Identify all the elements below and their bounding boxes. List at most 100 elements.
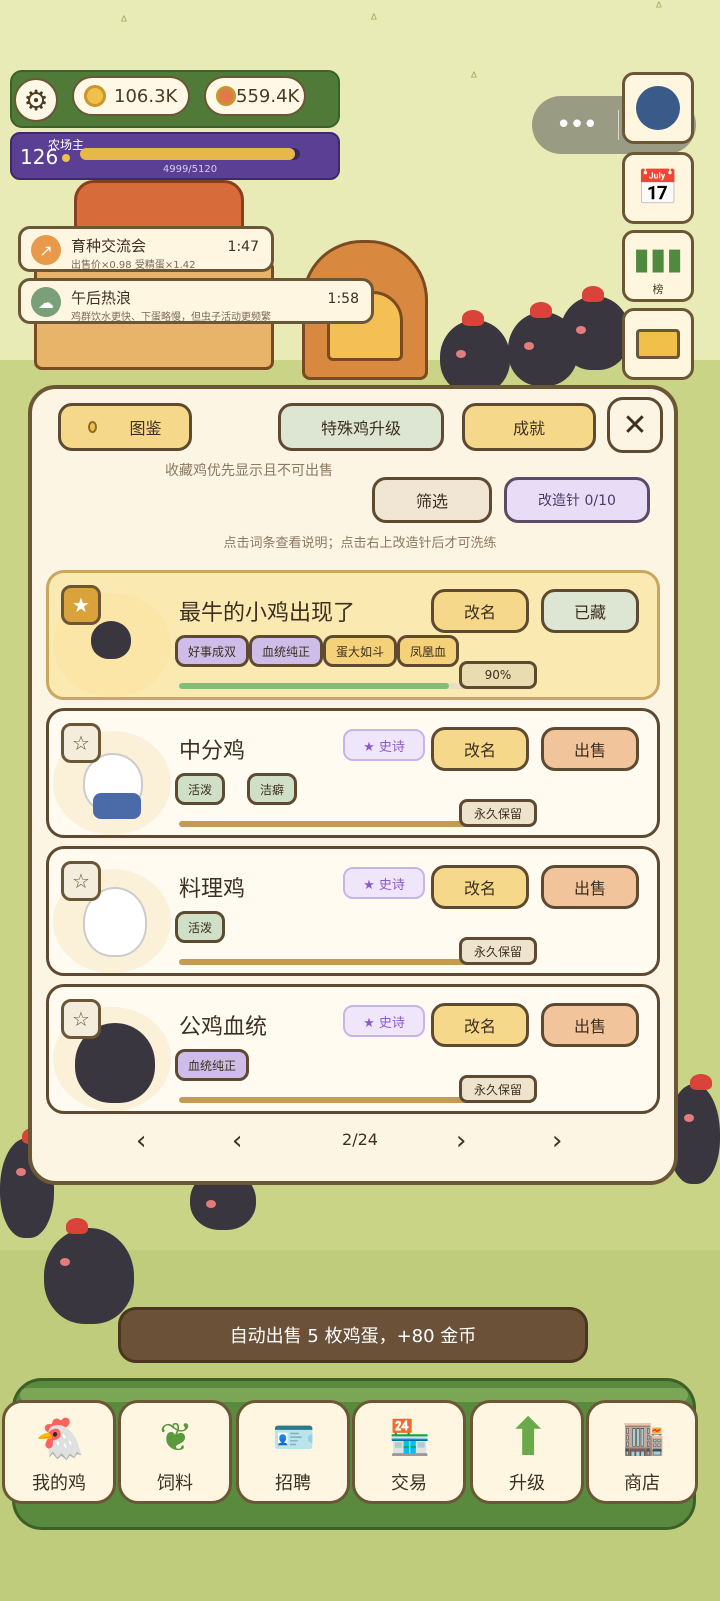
- trait-tag[interactable]: 活泼: [175, 911, 226, 943]
- badge-icon: 🪪: [272, 1418, 316, 1458]
- settings-gear-icon[interactable]: ⚙: [14, 78, 58, 122]
- close-icon: ✕: [622, 407, 648, 443]
- chicken-name: 最牛的小鸡出现了: [179, 601, 356, 626]
- event-desc: 鸡群饮水更快、下蛋略慢，但虫子活动更频繁: [71, 312, 271, 323]
- reform-needle-button[interactable]: 改造针 0/10: [504, 477, 650, 523]
- first-page-button[interactable]: ‹: [136, 1126, 146, 1156]
- leaderboard-button[interactable]: ▮▮▮ 榜: [622, 230, 694, 302]
- sell-label: 出售: [573, 1017, 606, 1036]
- avatar-icon: [636, 86, 680, 130]
- leaderboard-label: 榜: [652, 283, 664, 296]
- favorite-star-button[interactable]: ☆: [61, 861, 101, 901]
- nav-shop[interactable]: 🏬 商店: [586, 1400, 698, 1504]
- nav-label: 交易: [391, 1473, 427, 1494]
- favorite-star-button[interactable]: ★: [61, 585, 101, 625]
- trait-label: 好事成双: [188, 644, 237, 659]
- chicken-icon: 🐔: [35, 1415, 85, 1462]
- growth-bar: [179, 1097, 479, 1103]
- trait-tag[interactable]: 洁癖: [247, 773, 298, 805]
- next-page-button[interactable]: ›: [456, 1126, 466, 1156]
- trait-tag[interactable]: 蛋大如斗: [323, 635, 398, 667]
- rename-button[interactable]: 改名: [431, 1003, 529, 1047]
- sell-button[interactable]: 出售: [541, 1003, 639, 1047]
- trait-label: 血统纯正: [188, 1058, 237, 1073]
- grass-decor: ᐞ: [120, 14, 128, 30]
- keep-forever-badge[interactable]: 永久保留: [459, 799, 537, 827]
- trait-tag[interactable]: 血统纯正: [249, 635, 324, 667]
- black-chicken[interactable]: [440, 310, 510, 394]
- chicken-card[interactable]: ★ 最牛的小鸡出现了 改名 已藏 好事成双 血统纯正 蛋大如斗 凤凰血 90%: [46, 570, 660, 700]
- chicken-card[interactable]: ☆ 料理鸡 ★ 史诗 改名 出售 活泼 永久保留: [46, 846, 660, 976]
- prev-page-button[interactable]: ‹: [232, 1126, 242, 1156]
- click-hint: 点击词条查看说明；点击右上改造针后才可洗练: [223, 536, 497, 551]
- tab-achieve-label: 成就: [512, 419, 545, 438]
- collected-button[interactable]: 已藏: [541, 589, 639, 633]
- black-chicken[interactable]: [44, 1218, 134, 1324]
- avatar-button[interactable]: [622, 72, 694, 144]
- rarity-badge: ★ 史诗: [343, 729, 425, 761]
- favorite-star-button[interactable]: ☆: [61, 999, 101, 1039]
- event-timer: 1:47: [227, 239, 259, 255]
- black-chicken[interactable]: [560, 286, 630, 370]
- filter-label: 筛选: [415, 492, 448, 511]
- tab-guide[interactable]: 图鉴: [58, 403, 192, 451]
- chicken-card[interactable]: ☆ 公鸡血统 ★ 史诗 改名 出售 血统纯正 永久保留: [46, 984, 660, 1114]
- envelope-icon: [636, 329, 680, 359]
- mail-button[interactable]: [622, 308, 694, 380]
- filter-button[interactable]: 筛选: [372, 477, 492, 523]
- trait-tag[interactable]: 凤凰血: [397, 635, 460, 667]
- event-desc: 出售价×0.98 受精蛋×1.42: [71, 260, 196, 271]
- needle-label: 改造针 0/10: [538, 493, 616, 509]
- trait-tag[interactable]: 活泼: [175, 773, 226, 805]
- cloud-icon: ☁: [31, 287, 61, 317]
- tab-special-label: 特殊鸡升级: [320, 419, 401, 438]
- event-banner-breeding[interactable]: ↗ 育种交流会 出售价×0.98 受精蛋×1.42 1:47: [18, 226, 274, 272]
- close-panel-button[interactable]: ✕: [607, 397, 663, 453]
- nav-feed[interactable]: ❦ 饲料: [118, 1400, 232, 1504]
- star-outline-icon: ☆: [72, 731, 90, 755]
- tab-special-upgrade[interactable]: 特殊鸡升级: [278, 403, 444, 451]
- sell-button[interactable]: 出售: [541, 865, 639, 909]
- rename-button[interactable]: 改名: [431, 865, 529, 909]
- page-indicator: 2/24: [342, 1130, 378, 1149]
- trend-up-icon: ↗: [31, 235, 61, 265]
- nav-trade[interactable]: 🏪 交易: [352, 1400, 466, 1504]
- growth-bar: [179, 959, 479, 965]
- nav-upgrade[interactable]: ⬆ 升级: [470, 1400, 584, 1504]
- black-chick-image: [91, 621, 131, 659]
- sell-button[interactable]: 出售: [541, 727, 639, 771]
- coin-icon: [84, 85, 106, 107]
- favorite-star-button[interactable]: ☆: [61, 723, 101, 763]
- rename-button[interactable]: 改名: [431, 727, 529, 771]
- nav-recruit[interactable]: 🪪 招聘: [236, 1400, 350, 1504]
- trait-tag[interactable]: 血统纯正: [175, 1049, 250, 1081]
- rename-label: 改名: [463, 879, 496, 898]
- trait-tag[interactable]: 好事成双: [175, 635, 250, 667]
- leaf-icon: ❦: [159, 1415, 193, 1461]
- calendar-checkin-button[interactable]: 📅: [622, 152, 694, 224]
- last-page-button[interactable]: ›: [552, 1126, 562, 1156]
- collect-hint: 收藏鸡优先显示且不可出售: [165, 463, 333, 479]
- tab-achievements[interactable]: 成就: [462, 403, 596, 451]
- sell-label: 出售: [573, 741, 606, 760]
- chicken-name: 料理鸡: [179, 877, 246, 902]
- keep-forever-badge[interactable]: 永久保留: [459, 1075, 537, 1103]
- nav-label: 升级: [509, 1473, 545, 1494]
- growth-fill: [179, 683, 449, 689]
- chicken-name: 公鸡血统: [179, 1015, 268, 1040]
- rename-button[interactable]: 改名: [431, 589, 529, 633]
- nav-my-chickens[interactable]: 🐔 我的鸡: [2, 1400, 116, 1504]
- nav-label: 我的鸡: [32, 1473, 86, 1494]
- bar-chart-icon: ▮▮▮: [633, 241, 683, 277]
- event-banner-heatwave[interactable]: ☁ 午后热浪 鸡群饮水更快、下蛋略慢，但虫子活动更频繁 1:58: [18, 278, 374, 324]
- shop-icon: 🏬: [622, 1418, 666, 1458]
- star-filled-icon: ★: [72, 593, 90, 617]
- more-dots-icon[interactable]: •••: [556, 110, 598, 140]
- chicken-card[interactable]: ☆ 中分鸡 ★ 史诗 改名 出售 活泼 洁癖 永久保留: [46, 708, 660, 838]
- up-arrow-icon: ⬆: [506, 1408, 550, 1468]
- keep-forever-badge[interactable]: 永久保留: [459, 937, 537, 965]
- coin-value: 106.3K: [114, 85, 178, 107]
- event-title: 午后热浪: [71, 289, 132, 307]
- event-timer: 1:58: [327, 291, 359, 307]
- trait-label: 洁癖: [260, 782, 285, 797]
